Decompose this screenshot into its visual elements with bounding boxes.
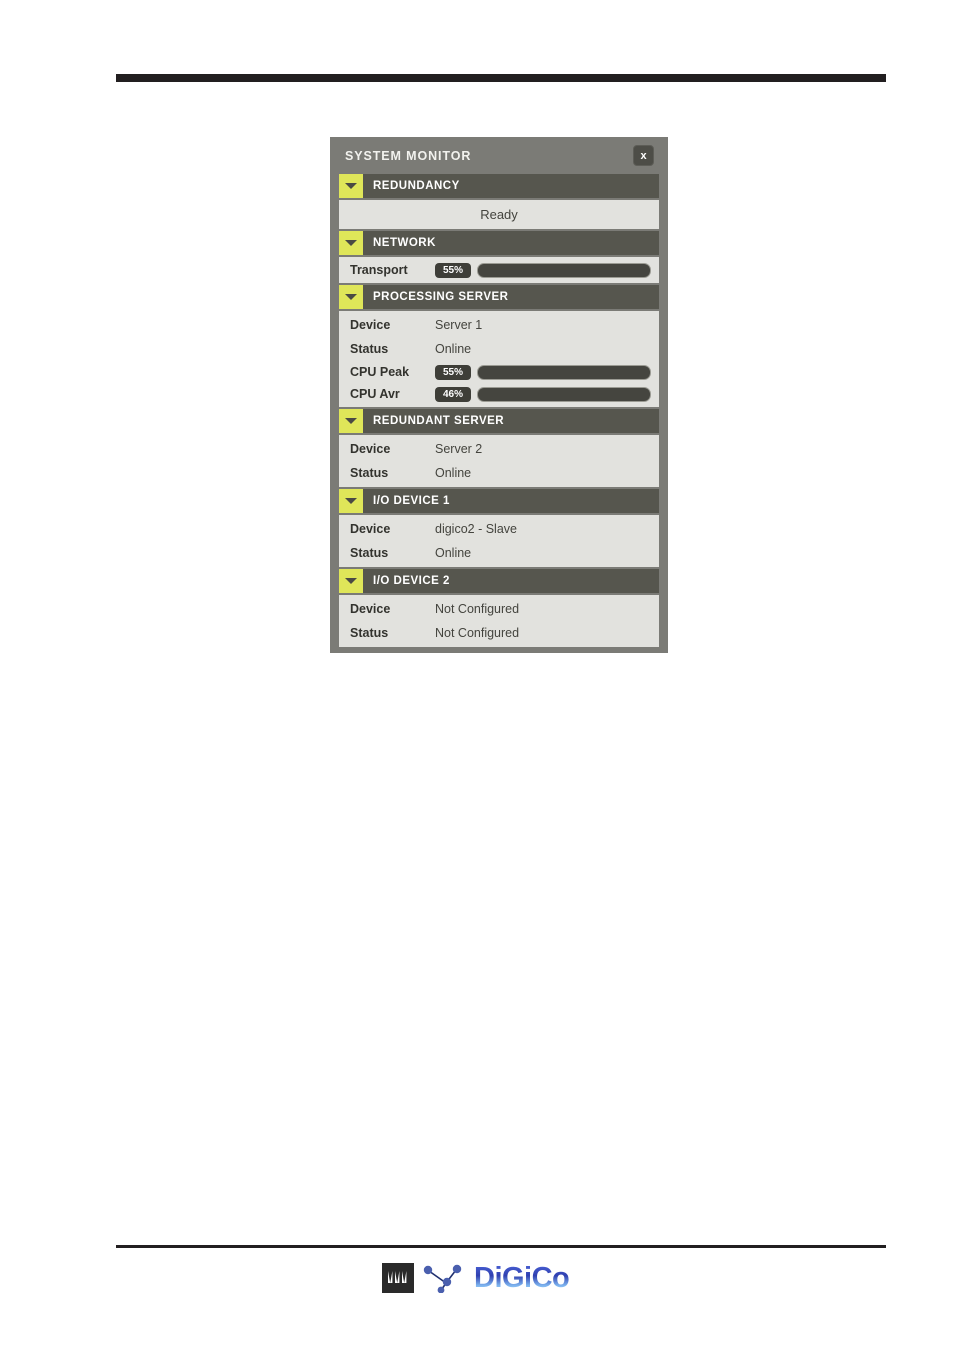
meter-badge-cpu-avr: 46%: [435, 386, 471, 402]
meter-label-transport: Transport: [350, 263, 408, 277]
page-title: SYSTEM MONITOR: [345, 148, 472, 163]
meter-row: Transport 55%: [339, 259, 659, 281]
chevron-down-icon[interactable]: [339, 231, 363, 255]
redundancy-status-text: Ready: [480, 207, 518, 222]
section-body-io-device-2: Device Not Configured Status Not Configu…: [339, 595, 659, 647]
row-value-device: Not Configured: [435, 602, 520, 616]
meter-track-cpu-peak: [477, 364, 651, 380]
section-title-redundant-server: REDUNDANT SERVER: [373, 415, 505, 427]
system-monitor-window: SYSTEM MONITOR x REDUNDANCY Ready NETWOR…: [330, 137, 668, 653]
section-title-processing-server: PROCESSING SERVER: [373, 291, 509, 303]
meter-badge-transport: 55%: [435, 262, 471, 278]
meter-label-cpu-avr: CPU Avr: [350, 387, 400, 401]
meter-badge-cpu-peak: 55%: [435, 364, 471, 380]
row-value-status: Online: [435, 546, 472, 560]
section-body-network: Transport 55%: [339, 257, 659, 283]
section-body-redundancy: Ready: [339, 200, 659, 229]
chevron-down-icon[interactable]: [339, 489, 363, 513]
page-footer-rule: [116, 1245, 886, 1248]
row-label-status: Status: [350, 342, 389, 356]
page-header-rule: [116, 74, 886, 82]
meter-track-cpu-avr: [477, 386, 651, 402]
table-row: Device Server 1: [339, 313, 659, 337]
section-title-network: NETWORK: [373, 237, 436, 249]
table-row: Status Online: [339, 541, 659, 565]
row-value-status: Online: [435, 342, 472, 356]
row-label-status: Status: [350, 626, 389, 640]
row-label-status: Status: [350, 546, 389, 560]
network-nodes-icon: [422, 1263, 466, 1294]
table-row: Device Not Configured: [339, 597, 659, 621]
section-body-redundant-server: Device Server 2 Status Online: [339, 435, 659, 487]
section-header-processing-server[interactable]: PROCESSING SERVER: [339, 285, 659, 309]
section-header-io-device-2[interactable]: I/O DEVICE 2: [339, 569, 659, 593]
chevron-down-icon[interactable]: [339, 569, 363, 593]
section-title-io-device-1: I/O DEVICE 1: [373, 495, 450, 507]
section-body-processing-server: Device Server 1 Status Online CPU Peak 5…: [339, 311, 659, 407]
table-row: Device digico2 - Slave: [339, 517, 659, 541]
section-body-io-device-1: Device digico2 - Slave Status Online: [339, 515, 659, 567]
section-title-io-device-2: I/O DEVICE 2: [373, 575, 450, 587]
window-titlebar: SYSTEM MONITOR x: [339, 137, 659, 174]
waveform-icon: [382, 1263, 414, 1293]
row-value-status: Not Configured: [435, 626, 520, 640]
meter-row: CPU Avr 46%: [339, 383, 659, 405]
row-label-status: Status: [350, 466, 389, 480]
footer-logo: DiGiCo: [382, 1261, 570, 1294]
row-label-device: Device: [350, 442, 391, 456]
section-header-io-device-1[interactable]: I/O DEVICE 1: [339, 489, 659, 513]
chevron-down-icon[interactable]: [339, 285, 363, 309]
meter-track-transport: [477, 262, 651, 278]
meter-label-cpu-peak: CPU Peak: [350, 365, 410, 379]
table-row: Device Server 2: [339, 437, 659, 461]
close-icon[interactable]: x: [633, 145, 654, 166]
section-title-redundancy: REDUNDANCY: [373, 180, 460, 192]
row-value-status: Online: [435, 466, 472, 480]
row-value-device: digico2 - Slave: [435, 522, 517, 536]
row-label-device: Device: [350, 522, 391, 536]
table-row: Status Not Configured: [339, 621, 659, 645]
table-row: Status Online: [339, 461, 659, 485]
row-value-device: Server 1: [435, 318, 483, 332]
section-header-network[interactable]: NETWORK: [339, 231, 659, 255]
chevron-down-icon[interactable]: [339, 174, 363, 198]
logo-wordmark: DiGiCo: [474, 1261, 570, 1294]
row-label-device: Device: [350, 602, 391, 616]
row-label-device: Device: [350, 318, 391, 332]
row-value-device: Server 2: [435, 442, 483, 456]
section-header-redundant-server[interactable]: REDUNDANT SERVER: [339, 409, 659, 433]
table-row: Status Online: [339, 337, 659, 361]
meter-row: CPU Peak 55%: [339, 361, 659, 383]
chevron-down-icon[interactable]: [339, 409, 363, 433]
section-header-redundancy[interactable]: REDUNDANCY: [339, 174, 659, 198]
